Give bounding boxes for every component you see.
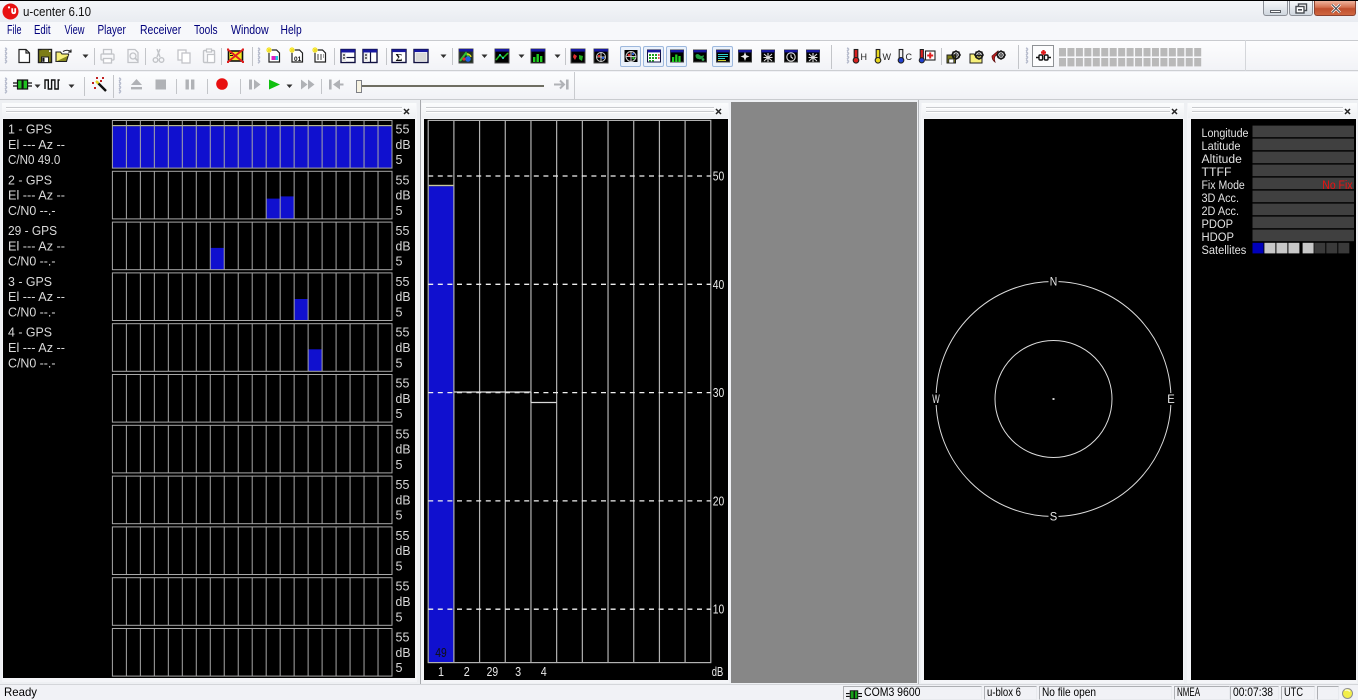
svg-text:H: H xyxy=(861,52,868,62)
svg-text:W: W xyxy=(932,394,940,406)
svg-text:50: 50 xyxy=(713,170,725,184)
svg-text:55: 55 xyxy=(396,172,410,187)
svg-text:2 - GPS: 2 - GPS xyxy=(8,172,52,187)
svg-text:3: 3 xyxy=(515,665,521,679)
svg-text:PDOP: PDOP xyxy=(1201,217,1233,231)
svg-text:TTFF: TTFF xyxy=(1201,165,1231,179)
svg-text:dB: dB xyxy=(712,665,724,679)
svg-text:dB: dB xyxy=(396,442,411,457)
svg-text:C/N0 --.-: C/N0 --.- xyxy=(8,203,56,218)
svg-text:C/N0 --.-: C/N0 --.- xyxy=(8,305,56,320)
svg-text:dB: dB xyxy=(396,645,411,660)
svg-text:C: C xyxy=(906,52,913,62)
svg-text:55: 55 xyxy=(396,122,410,137)
svg-text:El --- Az --: El --- Az -- xyxy=(8,137,65,152)
svg-text:W: W xyxy=(883,52,892,62)
svg-text:1 - GPS: 1 - GPS xyxy=(8,122,52,137)
svg-text:dB: dB xyxy=(396,188,411,203)
svg-text:2D Acc.: 2D Acc. xyxy=(1201,204,1239,218)
svg-text:55: 55 xyxy=(396,579,410,594)
svg-text:El --- Az --: El --- Az -- xyxy=(8,188,65,203)
svg-text:HDOP: HDOP xyxy=(1201,230,1234,244)
svg-text:5: 5 xyxy=(396,355,403,370)
svg-text:55: 55 xyxy=(396,325,410,340)
svg-text:dB: dB xyxy=(396,543,411,558)
svg-text:01: 01 xyxy=(294,56,302,63)
svg-text:N: N xyxy=(1050,277,1058,289)
svg-text:20: 20 xyxy=(713,494,725,508)
svg-text:S: S xyxy=(1050,512,1058,524)
svg-text:dB: dB xyxy=(396,137,411,152)
svg-text:5: 5 xyxy=(396,305,403,320)
svg-text:5: 5 xyxy=(396,254,403,269)
svg-text:C/N0 --.-: C/N0 --.- xyxy=(8,355,56,370)
svg-text:No Fix: No Fix xyxy=(1322,178,1353,192)
svg-text:Σ: Σ xyxy=(396,53,403,64)
svg-text:Latitude: Latitude xyxy=(1201,139,1240,153)
svg-text:El --- Az --: El --- Az -- xyxy=(8,340,65,355)
svg-text:dB: dB xyxy=(396,391,411,406)
svg-text:C/N0 49.0: C/N0 49.0 xyxy=(8,152,60,167)
svg-text:5: 5 xyxy=(396,203,403,218)
svg-text:40: 40 xyxy=(713,278,725,292)
svg-text:5: 5 xyxy=(396,609,403,624)
svg-text:1: 1 xyxy=(438,665,444,679)
svg-text:29 - GPS: 29 - GPS xyxy=(8,223,57,238)
svg-text:3D Acc.: 3D Acc. xyxy=(1201,191,1239,205)
svg-text:Longitude: Longitude xyxy=(1201,126,1248,140)
svg-text:2: 2 xyxy=(464,665,470,679)
svg-text:El --- Az --: El --- Az -- xyxy=(8,289,65,304)
svg-text:5: 5 xyxy=(396,508,403,523)
svg-text:55: 55 xyxy=(396,528,410,543)
svg-text:dB: dB xyxy=(396,492,411,507)
svg-text:5: 5 xyxy=(396,660,403,675)
svg-text:55: 55 xyxy=(396,426,410,441)
svg-text:4: 4 xyxy=(541,665,547,679)
svg-text:El --- Az --: El --- Az -- xyxy=(8,238,65,253)
svg-text:55: 55 xyxy=(396,477,410,492)
svg-text:5: 5 xyxy=(396,457,403,472)
svg-text:dB: dB xyxy=(396,238,411,253)
svg-text:55: 55 xyxy=(396,274,410,289)
svg-text:30: 30 xyxy=(713,386,725,400)
svg-text:Fix Mode: Fix Mode xyxy=(1201,178,1244,192)
svg-text:49: 49 xyxy=(435,646,447,660)
svg-text:Altitude: Altitude xyxy=(1201,152,1242,166)
svg-text:5: 5 xyxy=(396,406,403,421)
svg-text:E: E xyxy=(1167,394,1175,406)
svg-text:dB: dB xyxy=(396,340,411,355)
svg-text:4 - GPS: 4 - GPS xyxy=(8,325,52,340)
svg-text:55: 55 xyxy=(396,223,410,238)
svg-text:55: 55 xyxy=(396,630,410,645)
svg-text:10: 10 xyxy=(713,603,725,617)
svg-text:55: 55 xyxy=(396,376,410,391)
svg-text:5: 5 xyxy=(396,152,403,167)
svg-text:C/N0 --.-: C/N0 --.- xyxy=(8,254,56,269)
svg-text:5: 5 xyxy=(396,559,403,574)
svg-text:dB: dB xyxy=(396,594,411,609)
svg-text:dB: dB xyxy=(396,289,411,304)
svg-text:Satellites: Satellites xyxy=(1201,243,1246,257)
svg-text:3 - GPS: 3 - GPS xyxy=(8,274,52,289)
svg-text:29: 29 xyxy=(487,665,499,679)
